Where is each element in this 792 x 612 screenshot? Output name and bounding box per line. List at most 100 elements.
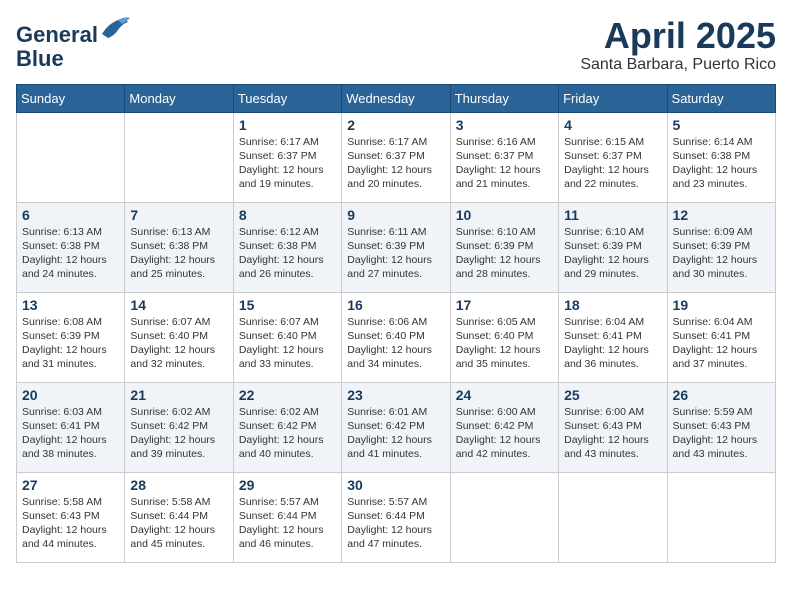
calendar-day-cell: 8 Sunrise: 6:12 AM Sunset: 6:38 PM Daylig… (233, 202, 341, 292)
day-number: 30 (347, 477, 444, 493)
calendar-day-cell: 2Sunrise: 6:17 AM Sunset: 6:37 PM Daylig… (342, 112, 450, 202)
day-number: 17 (456, 297, 553, 313)
calendar-day-cell: 27 Sunrise: 5:58 AM Sunset: 6:43 PM Dayli… (17, 472, 125, 562)
day-info: Sunrise: 6:04 AM Sunset: 6:41 PM Dayligh… (564, 315, 661, 372)
day-number: 8 (239, 207, 336, 223)
day-info: Sunrise: 5:58 AM Sunset: 6:44 PM Dayligh… (130, 495, 227, 552)
day-number: 28 (130, 477, 227, 493)
calendar-day-cell (450, 472, 558, 562)
calendar-day-cell: 9Sunrise: 6:11 AM Sunset: 6:39 PM Daylig… (342, 202, 450, 292)
day-number: 21 (130, 387, 227, 403)
day-info: Sunrise: 6:17 AM Sunset: 6:37 PM Dayligh… (347, 135, 444, 192)
day-number: 6 (22, 207, 119, 223)
day-number: 26 (673, 387, 770, 403)
calendar-day-cell: 26 Sunrise: 5:59 AM Sunset: 6:43 PM Dayli… (667, 382, 775, 472)
day-info: Sunrise: 6:12 AM Sunset: 6:38 PM Dayligh… (239, 225, 336, 282)
logo-blue: Blue (16, 46, 64, 71)
day-number: 19 (673, 297, 770, 313)
weekday-header: Friday (559, 84, 667, 112)
day-info: Sunrise: 6:01 AM Sunset: 6:42 PM Dayligh… (347, 405, 444, 462)
weekday-header: Thursday (450, 84, 558, 112)
day-info: Sunrise: 6:00 AM Sunset: 6:42 PM Dayligh… (456, 405, 553, 462)
day-number: 3 (456, 117, 553, 133)
day-number: 20 (22, 387, 119, 403)
calendar-week-row: 6 Sunrise: 6:13 AM Sunset: 6:38 PM Daylig… (17, 202, 776, 292)
day-info: Sunrise: 6:10 AM Sunset: 6:39 PM Dayligh… (564, 225, 661, 282)
weekday-header: Tuesday (233, 84, 341, 112)
calendar-week-row: 27 Sunrise: 5:58 AM Sunset: 6:43 PM Dayli… (17, 472, 776, 562)
day-info: Sunrise: 5:57 AM Sunset: 6:44 PM Dayligh… (347, 495, 444, 552)
day-number: 18 (564, 297, 661, 313)
day-info: Sunrise: 5:57 AM Sunset: 6:44 PM Dayligh… (239, 495, 336, 552)
day-number: 27 (22, 477, 119, 493)
day-info: Sunrise: 6:14 AM Sunset: 6:38 PM Dayligh… (673, 135, 770, 192)
calendar-day-cell (667, 472, 775, 562)
calendar-week-row: 13Sunrise: 6:08 AM Sunset: 6:39 PM Dayli… (17, 292, 776, 382)
day-info: Sunrise: 6:06 AM Sunset: 6:40 PM Dayligh… (347, 315, 444, 372)
title-block: April 2025 Santa Barbara, Puerto Rico (580, 16, 776, 74)
day-info: Sunrise: 6:03 AM Sunset: 6:41 PM Dayligh… (22, 405, 119, 462)
weekday-header: Monday (125, 84, 233, 112)
day-number: 13 (22, 297, 119, 313)
day-number: 11 (564, 207, 661, 223)
logo-bird-icon (100, 16, 130, 42)
logo: General Blue (16, 16, 130, 71)
calendar-day-cell (125, 112, 233, 202)
calendar-day-cell: 11 Sunrise: 6:10 AM Sunset: 6:39 PM Dayli… (559, 202, 667, 292)
weekday-header: Wednesday (342, 84, 450, 112)
day-info: Sunrise: 6:02 AM Sunset: 6:42 PM Dayligh… (130, 405, 227, 462)
day-info: Sunrise: 6:02 AM Sunset: 6:42 PM Dayligh… (239, 405, 336, 462)
day-info: Sunrise: 6:05 AM Sunset: 6:40 PM Dayligh… (456, 315, 553, 372)
day-number: 12 (673, 207, 770, 223)
weekday-header: Saturday (667, 84, 775, 112)
calendar-day-cell: 18 Sunrise: 6:04 AM Sunset: 6:41 PM Dayli… (559, 292, 667, 382)
calendar-week-row: 1 Sunrise: 6:17 AM Sunset: 6:37 PM Daylig… (17, 112, 776, 202)
calendar-day-cell: 16 Sunrise: 6:06 AM Sunset: 6:40 PM Dayli… (342, 292, 450, 382)
day-info: Sunrise: 6:11 AM Sunset: 6:39 PM Dayligh… (347, 225, 444, 282)
day-info: Sunrise: 6:00 AM Sunset: 6:43 PM Dayligh… (564, 405, 661, 462)
calendar-day-cell (559, 472, 667, 562)
day-number: 22 (239, 387, 336, 403)
day-info: Sunrise: 5:58 AM Sunset: 6:43 PM Dayligh… (22, 495, 119, 552)
day-number: 1 (239, 117, 336, 133)
day-number: 10 (456, 207, 553, 223)
location-subtitle: Santa Barbara, Puerto Rico (580, 56, 776, 74)
calendar-day-cell: 19 Sunrise: 6:04 AM Sunset: 6:41 PM Dayli… (667, 292, 775, 382)
month-year-title: April 2025 (580, 16, 776, 56)
weekday-header-row: SundayMondayTuesdayWednesdayThursdayFrid… (17, 84, 776, 112)
calendar-day-cell: 15 Sunrise: 6:07 AM Sunset: 6:40 PM Dayli… (233, 292, 341, 382)
calendar-week-row: 20 Sunrise: 6:03 AM Sunset: 6:41 PM Dayli… (17, 382, 776, 472)
calendar-day-cell: 7Sunrise: 6:13 AM Sunset: 6:38 PM Daylig… (125, 202, 233, 292)
calendar-day-cell: 30 Sunrise: 5:57 AM Sunset: 6:44 PM Dayli… (342, 472, 450, 562)
day-number: 4 (564, 117, 661, 133)
day-number: 15 (239, 297, 336, 313)
day-info: Sunrise: 6:13 AM Sunset: 6:38 PM Dayligh… (130, 225, 227, 282)
day-number: 24 (456, 387, 553, 403)
day-info: Sunrise: 6:10 AM Sunset: 6:39 PM Dayligh… (456, 225, 553, 282)
day-number: 14 (130, 297, 227, 313)
calendar-day-cell: 4Sunrise: 6:15 AM Sunset: 6:37 PM Daylig… (559, 112, 667, 202)
calendar-day-cell: 5 Sunrise: 6:14 AM Sunset: 6:38 PM Daylig… (667, 112, 775, 202)
calendar-day-cell: 1 Sunrise: 6:17 AM Sunset: 6:37 PM Daylig… (233, 112, 341, 202)
calendar-day-cell: 14Sunrise: 6:07 AM Sunset: 6:40 PM Dayli… (125, 292, 233, 382)
calendar-day-cell: 21 Sunrise: 6:02 AM Sunset: 6:42 PM Dayli… (125, 382, 233, 472)
calendar-day-cell: 13Sunrise: 6:08 AM Sunset: 6:39 PM Dayli… (17, 292, 125, 382)
calendar-day-cell: 23Sunrise: 6:01 AM Sunset: 6:42 PM Dayli… (342, 382, 450, 472)
calendar-day-cell: 17 Sunrise: 6:05 AM Sunset: 6:40 PM Dayli… (450, 292, 558, 382)
calendar-day-cell: 12Sunrise: 6:09 AM Sunset: 6:39 PM Dayli… (667, 202, 775, 292)
day-number: 16 (347, 297, 444, 313)
day-info: Sunrise: 6:07 AM Sunset: 6:40 PM Dayligh… (239, 315, 336, 372)
day-info: Sunrise: 6:17 AM Sunset: 6:37 PM Dayligh… (239, 135, 336, 192)
day-info: Sunrise: 6:13 AM Sunset: 6:38 PM Dayligh… (22, 225, 119, 282)
day-info: Sunrise: 6:16 AM Sunset: 6:37 PM Dayligh… (456, 135, 553, 192)
day-info: Sunrise: 6:04 AM Sunset: 6:41 PM Dayligh… (673, 315, 770, 372)
day-number: 5 (673, 117, 770, 133)
calendar-day-cell: 28 Sunrise: 5:58 AM Sunset: 6:44 PM Dayli… (125, 472, 233, 562)
logo-text: General Blue (16, 16, 130, 71)
page-header: General Blue April 2025 Santa Barbara, P… (16, 16, 776, 74)
calendar-day-cell: 24 Sunrise: 6:00 AM Sunset: 6:42 PM Dayli… (450, 382, 558, 472)
calendar-day-cell: 10 Sunrise: 6:10 AM Sunset: 6:39 PM Dayli… (450, 202, 558, 292)
calendar-day-cell: 25Sunrise: 6:00 AM Sunset: 6:43 PM Dayli… (559, 382, 667, 472)
day-info: Sunrise: 5:59 AM Sunset: 6:43 PM Dayligh… (673, 405, 770, 462)
day-number: 29 (239, 477, 336, 493)
